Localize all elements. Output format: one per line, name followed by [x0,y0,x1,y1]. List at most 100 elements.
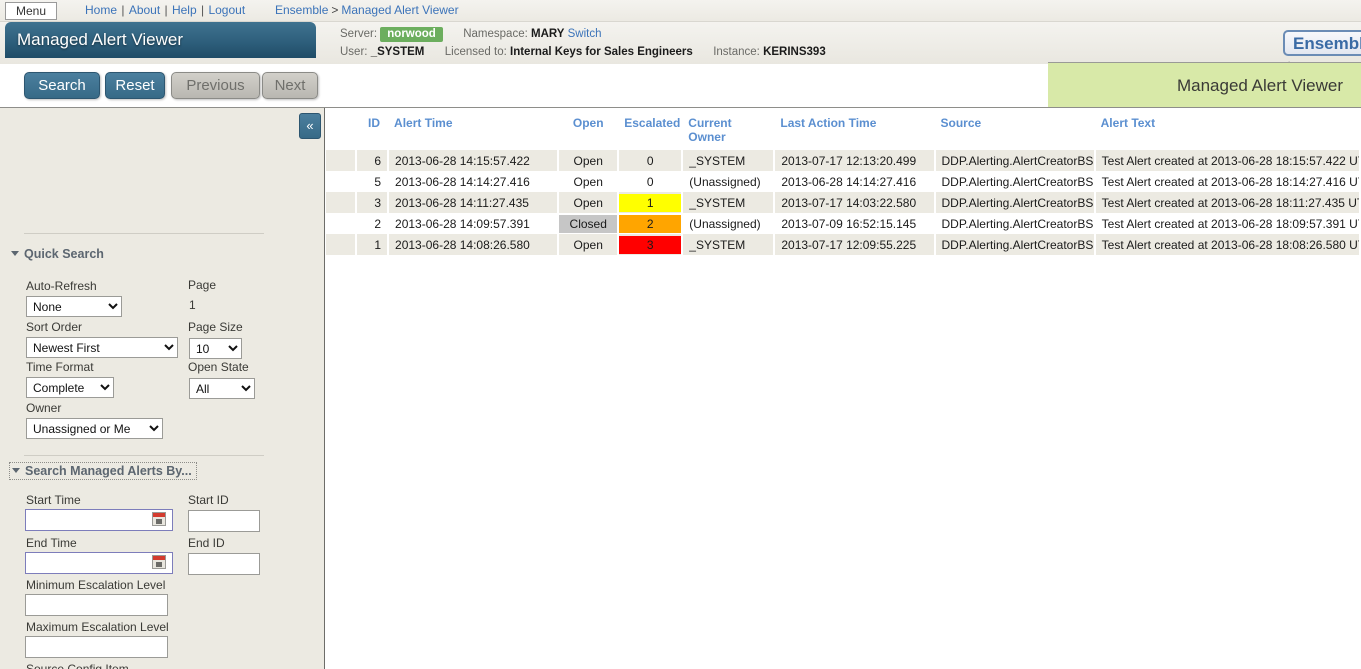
next-button[interactable]: Next [262,72,318,99]
page-size-label: Page Size [188,320,243,334]
minimum-escalation-level-input[interactable] [25,594,168,616]
end-time-label: End Time [26,536,77,550]
quick-search-section-header[interactable]: Quick Search [11,247,104,261]
session-info-row-1: Server: norwood Namespace: MARY Switch [340,26,826,43]
source-config-item-label: Source Config Item [26,662,129,669]
server-label: Server: [340,28,378,40]
cell-last-action-time: 2013-07-09 16:52:15.145 [774,213,936,234]
calendar-icon-end-time[interactable] [152,555,166,569]
cell-select[interactable] [326,150,358,171]
cell-id: 2 [356,213,390,234]
end-time-input[interactable] [25,552,173,574]
cell-select[interactable] [326,234,358,255]
cell-alert-text: Test Alert created at 2013-06-28 18:08:2… [1094,234,1361,255]
licensed-to-label: Licensed to: [444,46,507,58]
previous-button[interactable]: Previous [171,72,260,99]
search-by-section-header[interactable]: Search Managed Alerts By... [9,462,197,480]
start-id-input[interactable] [188,510,260,532]
open-state-select[interactable]: All [189,378,255,399]
table-row[interactable]: 3 2013-06-28 14:11:27.435 Open 1 _SYSTEM 2013… [326,192,1361,213]
time-format-select[interactable]: Complete [26,377,114,398]
cell-current-owner: _SYSTEM [682,234,776,255]
collapse-triangle-icon [11,251,19,256]
breadcrumb-current[interactable]: Managed Alert Viewer [341,3,458,17]
column-header-escalated[interactable]: Escalated [618,108,683,150]
column-header-source[interactable]: Source [934,108,1095,150]
cell-id: 1 [356,234,390,255]
menu-button[interactable]: Menu [5,2,57,20]
nav-separator-3: | [197,3,208,17]
nav-link-home[interactable]: Home [85,3,117,17]
column-header-alert-time[interactable]: Alert Time [388,108,559,150]
table-row[interactable]: 5 2013-06-28 14:14:27.416 Open 0 (Unassigned… [326,171,1361,192]
sort-order-label: Sort Order [26,320,83,334]
column-header-current-owner[interactable]: Current Owner [682,108,775,150]
user-label: User: [340,46,368,58]
cell-alert-text: Test Alert created at 2013-06-28 18:15:5… [1094,150,1361,171]
nav-link-help[interactable]: Help [172,3,197,17]
session-info-row-2: User: _SYSTEM Licensed to: Internal Keys… [340,44,826,61]
alerts-table-header-row: ID Alert Time Open Escalated Current Own… [326,108,1360,150]
column-header-open[interactable]: Open [558,108,619,150]
cell-source: DDP.Alerting.AlertCreatorBS [934,234,1096,255]
cell-alert-text: Test Alert created at 2013-06-28 18:09:5… [1094,213,1361,234]
collapse-sidebar-button[interactable]: « [299,113,321,139]
breadcrumb-root[interactable]: Ensemble [275,3,328,17]
user-value: _SYSTEM [370,46,425,58]
sidebar-divider-top [24,233,264,234]
search-button[interactable]: Search [24,72,100,99]
column-header-alert-text[interactable]: Alert Text [1094,108,1360,150]
quick-search-title: Quick Search [24,247,104,261]
table-row[interactable]: 1 2013-06-28 14:08:26.580 Open 3 _SYSTEM 2013… [326,234,1361,255]
cell-last-action-time: 2013-07-17 12:13:20.499 [774,150,936,171]
cell-select[interactable] [326,213,358,234]
cell-alert-text: Test Alert created at 2013-06-28 18:14:2… [1094,171,1361,192]
nav-link-logout[interactable]: Logout [208,3,245,17]
cell-alert-time: 2013-06-28 14:15:57.422 [388,150,560,171]
column-header-select [326,108,357,150]
calendar-icon-start-time[interactable] [152,512,166,526]
namespace-label: Namespace: [463,28,528,40]
nav-link-about[interactable]: About [129,3,160,17]
reset-button[interactable]: Reset [105,72,165,99]
minimum-escalation-level-label: Minimum Escalation Level [26,578,166,592]
page-label: Page [188,278,217,292]
sort-order-select[interactable]: Newest First [26,337,178,358]
time-format-label: Time Format [26,360,94,374]
cell-select[interactable] [326,192,358,213]
cell-current-owner: _SYSTEM [682,150,776,171]
cell-current-owner: (Unassigned) [682,213,776,234]
instance-label: Instance: [713,46,760,58]
column-header-last-action-time[interactable]: Last Action Time [774,108,935,150]
server-value: norwood [380,27,443,42]
cell-id: 3 [356,192,390,213]
start-time-input[interactable] [25,509,173,531]
cell-select[interactable] [326,171,358,192]
closed-badge: Closed [559,214,617,233]
cell-escalated: 2 [618,213,684,234]
cell-escalated: 3 [618,234,684,255]
table-row[interactable]: 6 2013-06-28 14:15:57.422 Open 0 _SYSTEM 2013… [326,150,1361,171]
switch-namespace-link[interactable]: Switch [568,28,602,40]
owner-select[interactable]: Unassigned or Me [26,418,163,439]
cell-source: DDP.Alerting.AlertCreatorBS [934,213,1096,234]
cell-open-state: Open [558,192,620,213]
cell-current-owner: _SYSTEM [682,192,776,213]
cell-last-action-time: 2013-06-28 14:14:27.416 [774,171,936,192]
table-row[interactable]: 2 2013-06-28 14:09:57.391 Closed 2 (Unassign… [326,213,1361,234]
column-header-id[interactable]: ID [356,108,389,150]
auto-refresh-select[interactable]: None [26,296,122,317]
namespace-value: MARY [531,28,565,40]
cell-alert-time: 2013-06-28 14:09:57.391 [388,213,560,234]
end-id-input[interactable] [188,553,260,575]
global-nav-links: Home | About | Help | Logout [85,3,245,17]
sidebar-divider-mid [24,455,264,456]
page-size-select[interactable]: 10 [189,338,242,359]
ensemble-logo: Ensemble [1283,30,1361,56]
cell-source: DDP.Alerting.AlertCreatorBS [934,192,1096,213]
cell-open-state: Open [558,171,620,192]
maximum-escalation-level-input[interactable] [25,636,168,658]
cell-open-state: Open [558,150,620,171]
page-value: 1 [189,298,196,312]
maximum-escalation-level-label: Maximum Escalation Level [26,620,169,634]
